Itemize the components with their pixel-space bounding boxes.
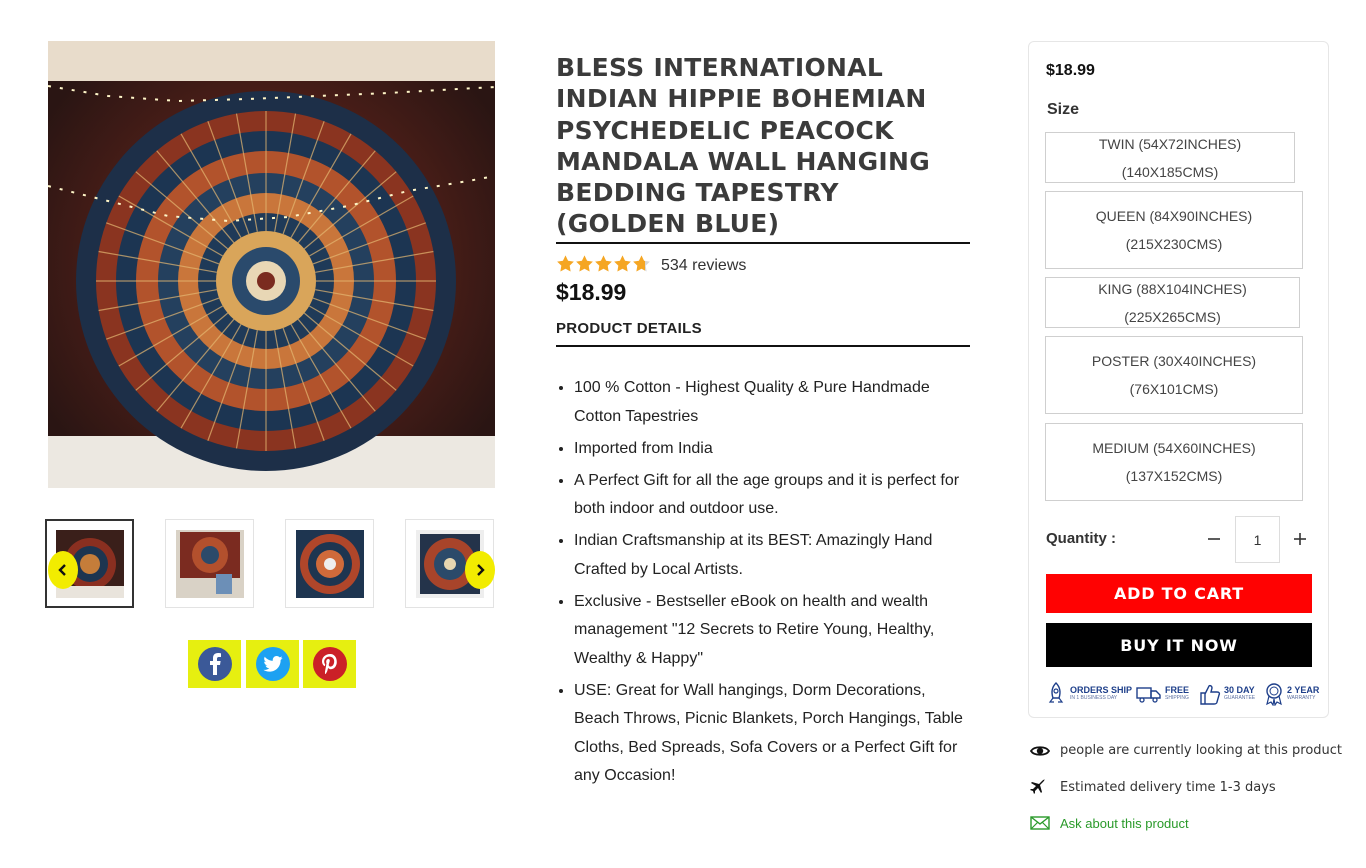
share-twitter-button[interactable] [246,640,299,688]
facebook-icon [197,647,232,681]
product-title: BLESS INTERNATIONAL INDIAN HIPPIE BOHEMI… [556,53,931,239]
size-option-twin[interactable]: TWIN (54X72INCHES) (140X185CMS) [1045,132,1295,183]
main-product-image[interactable] [48,41,495,488]
gallery-prev-arrow[interactable] [48,551,78,589]
feature-item: A Perfect Gift for all the age groups an… [574,467,970,524]
badge-2-year-warranty: 2 YEAR WARRANTY [1264,680,1319,708]
badge-orders-ship: ORDERS SHIP IN 1 BUSINESS DAY [1045,680,1132,708]
badge-title: FREE [1165,685,1190,695]
share-facebook-button[interactable] [188,640,241,688]
details-divider [556,345,970,347]
size-option-king[interactable]: KING (88X104INCHES) (225X265CMS) [1045,277,1300,328]
minus-icon [1208,538,1220,540]
title-divider [556,242,970,244]
quantity-increase-button[interactable] [1287,526,1313,552]
reviews-count[interactable]: 534 reviews [661,257,746,275]
chevron-left-icon [58,564,66,576]
badge-sub: IN 1 BUSINESS DAY [1070,695,1118,701]
product-details-heading: PRODUCT DETAILS [556,320,702,337]
star-icon [556,254,575,278]
product-rating[interactable]: 534 reviews [556,254,746,278]
twitter-icon [255,647,290,681]
feature-item: Indian Craftsmanship at its BEST: Amazin… [574,527,970,584]
quantity-input[interactable] [1235,516,1280,563]
feature-item: Imported from India [574,435,970,464]
ask-link[interactable]: Ask about this product [1060,816,1189,831]
envelope-icon [1030,815,1052,831]
size-option-queen[interactable]: QUEEN (84X90INCHES) (215X230CMS) [1045,191,1303,269]
star-icon [575,254,594,278]
feature-list: 100 % Cotton - Highest Quality & Pure Ha… [556,374,970,794]
delivery-notice: Estimated delivery time 1-3 days [1030,779,1276,795]
badge-free-shipping: FREE SHIPPING [1136,680,1189,708]
ask-about-product[interactable]: Ask about this product [1030,815,1189,831]
delivery-text: Estimated delivery time 1-3 days [1060,779,1276,795]
quantity-label: Quantity : [1046,530,1116,547]
add-to-cart-button[interactable]: ADD TO CART [1046,574,1312,613]
gallery-next-arrow[interactable] [465,551,495,589]
thumbs-up-icon [1200,684,1221,705]
quantity-decrease-button[interactable] [1201,526,1227,552]
size-option-poster[interactable]: POSTER (30X40INCHES) (76X101CMS) [1045,336,1303,414]
feature-item: Exclusive - Bestseller eBook on health a… [574,588,970,674]
feature-item: USE: Great for Wall hangings, Dorm Decor… [574,677,970,791]
star-icon [632,254,651,278]
thumbnail-2[interactable] [165,519,254,608]
size-option-medium[interactable]: MEDIUM (54X60INCHES) (137X152CMS) [1045,423,1303,501]
viewers-notice: people are currently looking at this pro… [1030,743,1342,758]
badge-title: ORDERS SHIP [1070,685,1133,695]
plus-icon [1294,533,1306,545]
card-price: $18.99 [1046,62,1095,79]
badge-sub: GUARANTEE [1224,695,1256,701]
buy-it-now-button[interactable]: BUY IT NOW [1046,623,1312,667]
rocket-icon [1048,682,1064,703]
star-icon [594,254,613,278]
chevron-right-icon [477,564,485,576]
badge-sub: WARRANTY [1287,695,1316,701]
badge-sub: SHIPPING [1165,695,1189,701]
airplane-icon [1030,779,1052,795]
viewers-text: people are currently looking at this pro… [1060,743,1343,758]
badge-30-day: 30 DAY GUARANTEE [1199,680,1255,708]
medal-icon [1266,683,1282,706]
star-icon [613,254,632,278]
pinterest-icon [312,647,347,681]
truck-icon [1136,687,1161,703]
badge-title: 30 DAY [1224,685,1255,695]
thumbnail-3[interactable] [285,519,374,608]
eye-icon [1030,744,1052,758]
badge-title: 2 YEAR [1287,685,1320,695]
share-pinterest-button[interactable] [303,640,356,688]
rating-stars [556,254,651,278]
feature-item: 100 % Cotton - Highest Quality & Pure Ha… [574,374,970,431]
product-price: $18.99 [556,279,627,305]
size-label: Size [1047,101,1080,118]
